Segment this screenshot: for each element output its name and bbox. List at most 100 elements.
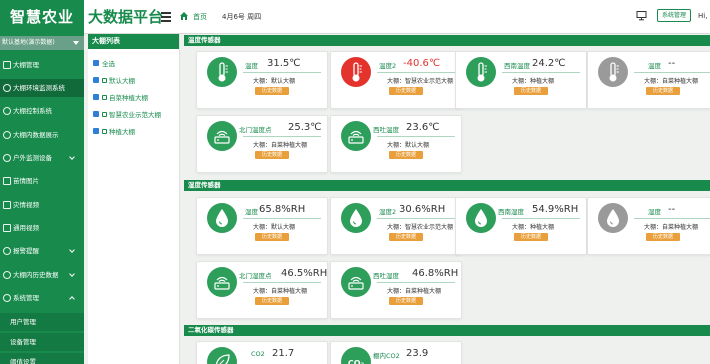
list-item-label: 默认大棚 — [109, 77, 135, 85]
sensor-name: 湿度 — [648, 208, 661, 216]
sensor-name: 西吐湿度 — [373, 272, 399, 280]
outdoor-icon — [3, 154, 11, 162]
history-data-button[interactable]: 历史数据 — [255, 87, 289, 95]
svg-text:CO₂: CO₂ — [348, 359, 365, 364]
divider — [502, 72, 580, 73]
divider — [243, 72, 321, 73]
nav-label: 苗情图片 — [13, 177, 39, 185]
divider — [243, 136, 321, 137]
history-icon — [3, 271, 11, 279]
nav-label: 大棚内数据展示 — [13, 131, 59, 139]
house-icon — [102, 77, 107, 83]
sensor-value: 24.2℃ — [532, 58, 566, 69]
nav-environment-monitoring[interactable]: 大棚环境监测系统 — [0, 79, 84, 97]
nav-control-system[interactable]: 大棚控制系统 — [0, 102, 84, 120]
sensor-card: 西吐湿度 46.8%RH 大棚：自菜种植大棚 历史数据 — [330, 261, 462, 319]
history-data-button[interactable]: 历史数据 — [255, 151, 289, 159]
nav-label: 灾情视频 — [13, 201, 39, 209]
history-data-button[interactable]: 历史数据 — [255, 233, 289, 241]
sensor-name: 西吐温度 — [373, 126, 399, 134]
sensor-card: 温度2 -40.6℃ 大棚：智慧农业示范大棚 历史数据 — [330, 51, 462, 109]
list-item[interactable]: 自菜种植大棚 — [93, 93, 148, 103]
sensor-value: 31.5℃ — [267, 58, 301, 69]
nav-user-management[interactable]: 用户管理 — [0, 313, 84, 331]
nav-label: 通用视频 — [13, 224, 39, 232]
co2-icon: CO₂ — [341, 347, 371, 364]
section-title-humidity: 湿度传感器 — [184, 180, 710, 191]
base-selector[interactable]: 默认基地(演示数据) — [0, 36, 84, 50]
user-greeting[interactable]: Hi, — [698, 12, 707, 20]
sensor-card: 湿度2 30.6%RH 大棚：智慧农业示范大棚 历史数据 — [330, 197, 462, 255]
bell-icon — [3, 247, 11, 255]
list-item[interactable]: 智慧农业示范大棚 — [93, 110, 161, 120]
droplet-icon — [466, 203, 496, 233]
chevron-down-icon — [69, 247, 75, 253]
house-icon — [102, 128, 107, 134]
greenhouse-label: 大棚：自菜种植大棚 — [253, 288, 308, 295]
history-data-button[interactable]: 历史数据 — [389, 151, 423, 159]
nav-threshold-settings[interactable]: 阈值设置 — [0, 353, 84, 364]
history-data-button[interactable]: 历史数据 — [514, 87, 548, 95]
base-selector-value: 默认基地(演示数据) — [2, 39, 55, 46]
divider — [502, 218, 580, 219]
sensor-name: 湿度2 — [379, 208, 397, 216]
nav-greenhouse-management[interactable]: 大棚管理 — [0, 56, 84, 74]
sensor-value: 21.7 — [272, 348, 295, 359]
checkbox-checked-icon[interactable] — [93, 128, 99, 134]
sensor-value: -40.6℃ — [403, 58, 441, 69]
history-data-button[interactable]: 历史数据 — [389, 87, 423, 95]
nav-disaster-video[interactable]: 灾情视频 — [0, 196, 84, 214]
droplet-icon — [341, 203, 371, 233]
droplet-icon — [207, 203, 237, 233]
nav-general-video[interactable]: 通用视频 — [0, 219, 84, 237]
divider — [243, 282, 321, 283]
list-item[interactable]: 种植大棚 — [93, 127, 135, 137]
current-date: 4月6号 周四 — [222, 13, 262, 21]
sensor-name: 北门温度点 — [239, 126, 272, 134]
checkbox-checked-icon[interactable] — [93, 94, 99, 100]
list-item[interactable]: 默认大棚 — [93, 76, 135, 86]
greenhouse-label: 大棚：自菜种植大棚 — [644, 224, 699, 231]
monitor-icon[interactable] — [636, 10, 647, 21]
gear-icon — [3, 294, 11, 302]
nav-alarm-reminder[interactable]: 报警提醒 — [0, 242, 84, 260]
history-data-button[interactable]: 历史数据 — [255, 297, 289, 305]
checkbox-checked-icon[interactable] — [93, 111, 99, 117]
brand-logo-text[interactable]: 智慧农业 — [0, 0, 84, 34]
system-management-button[interactable]: 系统管理 — [657, 9, 691, 22]
menu-toggle-icon[interactable] — [161, 12, 171, 22]
sensor-card: CO₂ 棚内CO2 23.9 — [330, 341, 462, 364]
sensor-value: 30.6%RH — [399, 204, 446, 215]
nav-data-display[interactable]: 大棚内数据展示 — [0, 126, 84, 144]
checkbox-checked-icon[interactable] — [93, 77, 99, 83]
list-item-select-all[interactable]: 全选 — [93, 59, 115, 69]
nav-seedling-images[interactable]: 苗情图片 — [0, 172, 84, 190]
sensor-value: 46.8%RH — [412, 268, 459, 279]
nav-label: 大棚内历史数据 — [13, 271, 59, 279]
history-data-button[interactable]: 历史数据 — [389, 297, 423, 305]
thermometer-icon — [466, 57, 496, 87]
wireless-sensor-icon — [207, 121, 237, 151]
sensor-name: 湿度 — [245, 208, 258, 216]
nav-device-management[interactable]: 设备管理 — [0, 333, 84, 351]
history-data-button[interactable]: 历史数据 — [514, 233, 548, 241]
nav-system-management[interactable]: 系统管理 — [0, 289, 84, 307]
thermometer-icon — [341, 57, 371, 87]
monitor-icon — [3, 84, 11, 92]
nav-outdoor-devices[interactable]: 户外监测设备 — [0, 149, 84, 167]
divider — [377, 282, 455, 283]
sensor-name: 温度 — [245, 62, 258, 70]
sensor-name: 温度2 — [379, 62, 397, 70]
history-data-button[interactable]: 历史数据 — [646, 233, 680, 241]
history-data-button[interactable]: 历史数据 — [389, 233, 423, 241]
home-icon[interactable] — [179, 11, 189, 21]
history-data-button[interactable]: 历史数据 — [646, 87, 680, 95]
sensor-card: CO2 21.7 — [196, 341, 328, 364]
greenhouse-label: 大棚：默认大棚 — [253, 78, 296, 85]
divider — [243, 218, 321, 219]
leaf-icon — [207, 347, 237, 364]
home-link[interactable]: 首页 — [193, 12, 207, 22]
checkbox-checked-icon[interactable] — [93, 60, 99, 66]
sensor-value: 65.8%RH — [259, 204, 306, 215]
nav-history-data[interactable]: 大棚内历史数据 — [0, 266, 84, 284]
